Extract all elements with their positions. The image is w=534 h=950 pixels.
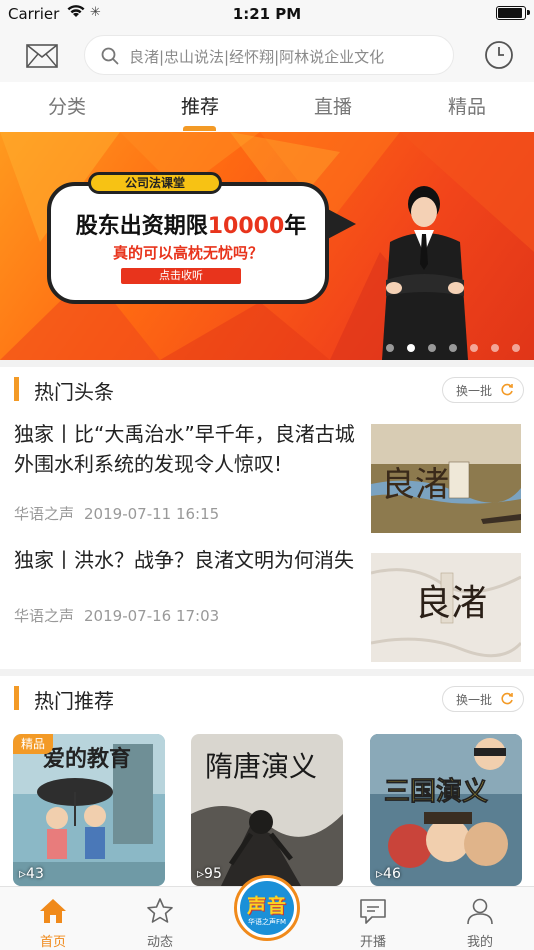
play-count-value: 95	[204, 866, 222, 882]
play-count-value: 46	[383, 866, 401, 882]
recommend-card[interactable]: 隋唐演义 ▹95	[191, 734, 343, 886]
pagination-dot[interactable]	[470, 344, 478, 352]
news-item[interactable]: 独家丨比“大禹治水”早千年，良渚古城外围水利系统的发现令人惊叹! 华语之声 201…	[0, 415, 534, 535]
section-title: 热门推荐	[34, 689, 114, 713]
section-title: 热门头条	[34, 380, 114, 404]
hot-recommend-section: 热门推荐 换一批 爱的教育 精品 ▹43 隋唐演义 ▹95 三国演义 ▹46	[0, 676, 534, 886]
tab-recommend[interactable]: 推荐	[133, 92, 267, 119]
news-meta: 华语之声 2019-07-16 17:03	[14, 605, 229, 626]
section-accent-bar	[14, 686, 19, 710]
banner-subtitle: 真的可以高枕无忧吗？	[112, 244, 263, 262]
speech-bubble: 股东出资期限10000年 真的可以高枕无忧吗？ 点击收听	[47, 182, 329, 304]
user-icon	[467, 898, 493, 925]
pagination-dot[interactable]	[449, 344, 457, 352]
pagination-dot[interactable]	[428, 344, 436, 352]
nav-home[interactable]: 首页	[8, 887, 98, 950]
premium-badge: 精品	[13, 734, 54, 754]
nav-broadcast-label: 开播	[359, 935, 386, 950]
banner-title-suffix: 年	[284, 214, 307, 239]
album-cover-title: 三国演义	[384, 776, 488, 807]
refresh-label: 换一批	[456, 693, 493, 707]
pagination-dot[interactable]	[386, 344, 394, 352]
banner-pagination	[386, 337, 533, 352]
recommend-card[interactable]: 爱的教育 精品 ▹43	[13, 734, 165, 886]
search-input[interactable]: 良渚|忠山说法|经怀翔|阿林说企业文化	[84, 35, 454, 75]
battery-icon	[496, 6, 530, 20]
refresh-button[interactable]: 换一批	[442, 686, 524, 712]
news-item[interactable]: 独家丨洪水？战争？良渚文明为何消失 华语之声 2019-07-16 17:03 良…	[0, 543, 534, 663]
businessman-illustration	[382, 186, 468, 360]
center-sound-button[interactable]: 声音 华语之声FM	[234, 875, 300, 941]
tab-premium[interactable]: 精品	[400, 92, 534, 119]
news-thumbnail: 良渚	[371, 424, 521, 533]
refresh-icon	[501, 383, 513, 396]
play-count-value: 43	[26, 866, 44, 882]
promo-banner[interactable]: 股东出资期限10000年 真的可以高枕无忧吗？ 点击收听 公司法课堂	[0, 132, 534, 360]
banner-tag: 公司法课堂	[88, 172, 222, 194]
history-clock-icon[interactable]	[484, 40, 514, 70]
nav-feed-label: 动态	[146, 935, 173, 950]
refresh-button[interactable]: 换一批	[442, 377, 524, 403]
banner-title-number: 10000	[207, 214, 285, 239]
hot-news-section: 热门头条 换一批 独家丨比“大禹治水”早千年，良渚古城外围水利系统的发现令人惊叹…	[0, 367, 534, 669]
nav-home-label: 首页	[39, 935, 66, 950]
news-source: 华语之声	[14, 505, 75, 523]
status-bar: Carrier ✳ 1:21 PM	[0, 0, 534, 28]
news-meta: 华语之声 2019-07-11 16:15	[14, 503, 229, 524]
nav-broadcast[interactable]: 开播	[328, 887, 418, 950]
star-icon	[147, 898, 173, 923]
thumb-calligraphy: 良渚	[415, 583, 487, 624]
thumb-calligraphy: 良渚	[381, 465, 449, 505]
top-header: 良渚|忠山说法|经怀翔|阿林说企业文化	[0, 28, 534, 82]
tab-category[interactable]: 分类	[0, 92, 134, 119]
news-source: 华语之声	[14, 607, 75, 625]
sound-logo-text: 声音	[246, 895, 287, 917]
play-count: ▹43	[19, 866, 44, 882]
clock-time: 1:21 PM	[232, 5, 302, 23]
pagination-dot[interactable]	[512, 344, 520, 352]
news-time: 2019-07-16 17:03	[84, 607, 220, 625]
section-accent-bar	[14, 377, 19, 401]
search-icon	[101, 47, 119, 65]
nav-feed[interactable]: 动态	[115, 887, 205, 950]
play-count: ▹95	[197, 866, 222, 882]
sound-logo: 声音 华语之声FM	[240, 881, 294, 935]
chat-bubble-icon	[360, 899, 386, 924]
nav-profile[interactable]: 我的	[435, 887, 525, 950]
album-cover-image: 爱的教育	[13, 734, 165, 886]
refresh-icon	[501, 692, 513, 705]
refresh-label: 换一批	[456, 384, 493, 398]
sound-logo-subtext: 华语之声FM	[247, 918, 287, 926]
category-tabs: 分类 推荐 直播 精品	[0, 82, 534, 132]
tab-live[interactable]: 直播	[266, 92, 400, 119]
recommend-card[interactable]: 三国演义 ▹46	[370, 734, 522, 886]
album-cover-image: 三国演义	[370, 734, 522, 886]
home-icon	[40, 899, 66, 923]
news-title: 独家丨比“大禹治水”早千年，良渚古城外围水利系统的发现令人惊叹!	[14, 422, 355, 476]
news-thumbnail: 良渚	[371, 553, 521, 662]
news-thumbnail-image: 良渚	[371, 553, 521, 662]
album-cover-title: 隋唐演义	[205, 750, 317, 783]
news-title: 独家丨洪水？战争？良渚文明为何消失	[14, 548, 354, 572]
play-count: ▹46	[376, 866, 401, 882]
banner-title-prefix: 股东出资期限	[75, 214, 208, 239]
mail-icon[interactable]	[26, 44, 58, 68]
news-time: 2019-07-11 16:15	[84, 505, 220, 523]
banner-title: 股东出资期限10000年	[61, 208, 321, 240]
pagination-dot[interactable]	[491, 344, 499, 352]
pagination-dot-active[interactable]	[407, 344, 415, 352]
album-cover-title: 爱的教育	[43, 746, 131, 772]
news-thumbnail-image: 良渚	[371, 424, 521, 533]
banner-listen-button[interactable]: 点击收听	[121, 268, 241, 284]
album-cover-image: 隋唐演义	[191, 734, 343, 886]
nav-profile-label: 我的	[466, 935, 493, 950]
search-placeholder: 良渚|忠山说法|经怀翔|阿林说企业文化	[129, 48, 385, 66]
active-tab-indicator	[183, 126, 216, 131]
